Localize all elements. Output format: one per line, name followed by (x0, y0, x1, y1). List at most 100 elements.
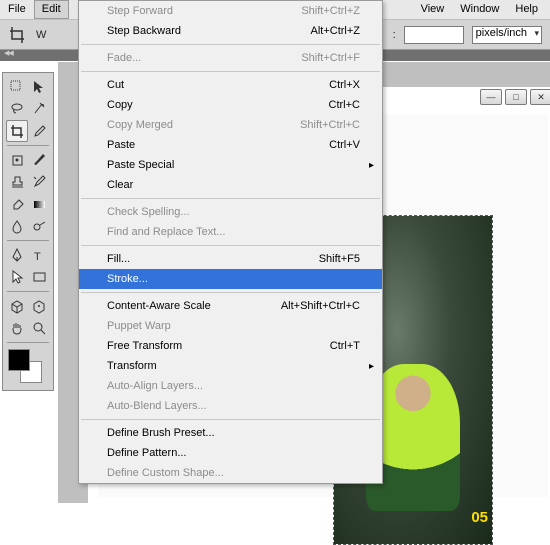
shape-tool[interactable] (28, 266, 50, 288)
resolution-field[interactable] (404, 26, 464, 44)
menu-item-shortcut: Alt+Ctrl+Z (260, 25, 360, 37)
3d-tool[interactable] (6, 295, 28, 317)
blur-tool[interactable] (6, 215, 28, 237)
menu-item-label: Fade... (107, 52, 141, 64)
tools-panel: T (2, 72, 54, 391)
menu-item-label: Check Spelling... (107, 206, 190, 218)
width-label: W (36, 29, 46, 41)
menu-item-label: Free Transform (107, 340, 182, 352)
menu-item-label: Step Backward (107, 25, 181, 37)
path-select-tool[interactable] (6, 266, 28, 288)
menu-separator (81, 198, 380, 199)
menu-item-copy-merged: Copy Merged Shift+Ctrl+C (79, 115, 382, 135)
heal-tool[interactable] (6, 149, 28, 171)
menu-item-paste-special[interactable]: Paste Special (79, 155, 382, 175)
menu-item-label: Content-Aware Scale (107, 300, 211, 312)
type-tool[interactable]: T (28, 244, 50, 266)
menu-item-label: Paste (107, 139, 135, 151)
window-controls: — □ ✕ (480, 89, 550, 105)
menu-item-fill[interactable]: Fill... Shift+F5 (79, 249, 382, 269)
menu-separator (81, 245, 380, 246)
menu-item-free-transform[interactable]: Free Transform Ctrl+T (79, 336, 382, 356)
menu-item-shortcut: Ctrl+X (260, 79, 360, 91)
menu-item-transform[interactable]: Transform (79, 356, 382, 376)
menu-view[interactable]: View (413, 0, 453, 19)
menu-item-shortcut: Shift+Ctrl+F (260, 52, 360, 64)
menu-item-label: Copy (107, 99, 133, 111)
menu-item-label: Define Brush Preset... (107, 427, 215, 439)
marquee-tool[interactable] (28, 76, 50, 98)
menu-item-shortcut: Ctrl+T (260, 340, 360, 352)
zoom-tool[interactable] (28, 317, 50, 339)
menu-item-check-spelling: Check Spelling... (79, 202, 382, 222)
menu-item-shortcut: Shift+F5 (260, 253, 360, 265)
lasso-tool[interactable] (6, 98, 28, 120)
menu-item-auto-blend-layers: Auto-Blend Layers... (79, 396, 382, 416)
menu-item-stroke[interactable]: Stroke... (79, 269, 382, 289)
menu-item-define-brush-preset[interactable]: Define Brush Preset... (79, 423, 382, 443)
menu-item-cut[interactable]: CutCtrl+X (79, 75, 382, 95)
dodge-tool[interactable] (28, 215, 50, 237)
menu-file[interactable]: File (0, 0, 34, 19)
menu-item-label: Stroke... (107, 273, 148, 285)
menu-separator (81, 292, 380, 293)
menu-item-content-aware-scale[interactable]: Content-Aware ScaleAlt+Shift+Ctrl+C (79, 296, 382, 316)
res-label: : (393, 29, 396, 41)
menu-item-shortcut: Shift+Ctrl+C (260, 119, 360, 131)
crop-tool[interactable] (6, 120, 28, 142)
unit-select[interactable]: pixels/inch (472, 26, 542, 44)
menu-item-label: Fill... (107, 253, 130, 265)
edit-menu-dropdown: Step ForwardShift+Ctrl+Z Step Backward Alt… (78, 0, 383, 484)
menu-item-label: Define Pattern... (107, 447, 187, 459)
menu-item-auto-align-layers: Auto-Align Layers... (79, 376, 382, 396)
tool-sep-2 (7, 240, 49, 241)
menu-item-label: Paste Special (107, 159, 174, 171)
menu-item-fade: Fade... Shift+Ctrl+F (79, 48, 382, 68)
move-tool[interactable] (6, 76, 28, 98)
stamp-tool[interactable] (6, 171, 28, 193)
photo-timestamp: 05 (471, 509, 488, 526)
menu-item-puppet-warp: Puppet Warp (79, 316, 382, 336)
menu-item-label: Puppet Warp (107, 320, 171, 332)
menu-item-shortcut: Ctrl+V (260, 139, 360, 151)
svg-text:T: T (34, 251, 41, 263)
menu-item-label: Copy Merged (107, 119, 173, 131)
foreground-color[interactable] (8, 349, 30, 371)
menu-item-label: Find and Replace Text... (107, 226, 225, 238)
tool-sep-3 (7, 291, 49, 292)
menu-separator (81, 44, 380, 45)
menu-item-copy[interactable]: Copy Ctrl+C (79, 95, 382, 115)
menu-item-define-custom-shape: Define Custom Shape... (79, 463, 382, 483)
gradient-tool[interactable] (28, 193, 50, 215)
menu-item-label: Define Custom Shape... (107, 467, 224, 479)
3d-camera-tool[interactable] (28, 295, 50, 317)
menu-window[interactable]: Window (452, 0, 507, 19)
brush-tool[interactable] (28, 149, 50, 171)
menu-edit[interactable]: Edit (34, 0, 69, 19)
menu-item-define-pattern[interactable]: Define Pattern... (79, 443, 382, 463)
window-close-button[interactable]: ✕ (530, 89, 550, 105)
window-min-button[interactable]: — (480, 89, 502, 105)
menu-item-label: Auto-Blend Layers... (107, 400, 207, 412)
menu-item-label: Transform (107, 360, 157, 372)
color-swatch[interactable] (6, 347, 52, 387)
menu-separator (81, 71, 380, 72)
menu-help[interactable]: Help (507, 0, 546, 19)
window-max-button[interactable]: □ (505, 89, 527, 105)
hand-tool[interactable] (6, 317, 28, 339)
menu-item-shortcut: Ctrl+C (260, 99, 360, 111)
eraser-tool[interactable] (6, 193, 28, 215)
eyedropper-tool[interactable] (28, 120, 50, 142)
menu-item-clear[interactable]: Clear (79, 175, 382, 195)
menu-item-paste[interactable]: Paste Ctrl+V (79, 135, 382, 155)
pen-tool[interactable] (6, 244, 28, 266)
menu-item-step-forward: Step ForwardShift+Ctrl+Z (79, 1, 382, 21)
tool-sep-4 (7, 342, 49, 343)
wand-tool[interactable] (28, 98, 50, 120)
menu-item-step-backward[interactable]: Step Backward Alt+Ctrl+Z (79, 21, 382, 41)
menu-item-shortcut: Shift+Ctrl+Z (260, 5, 360, 17)
crop-icon[interactable] (8, 25, 28, 45)
tool-sep-1 (7, 145, 49, 146)
menu-separator (81, 419, 380, 420)
history-brush-tool[interactable] (28, 171, 50, 193)
